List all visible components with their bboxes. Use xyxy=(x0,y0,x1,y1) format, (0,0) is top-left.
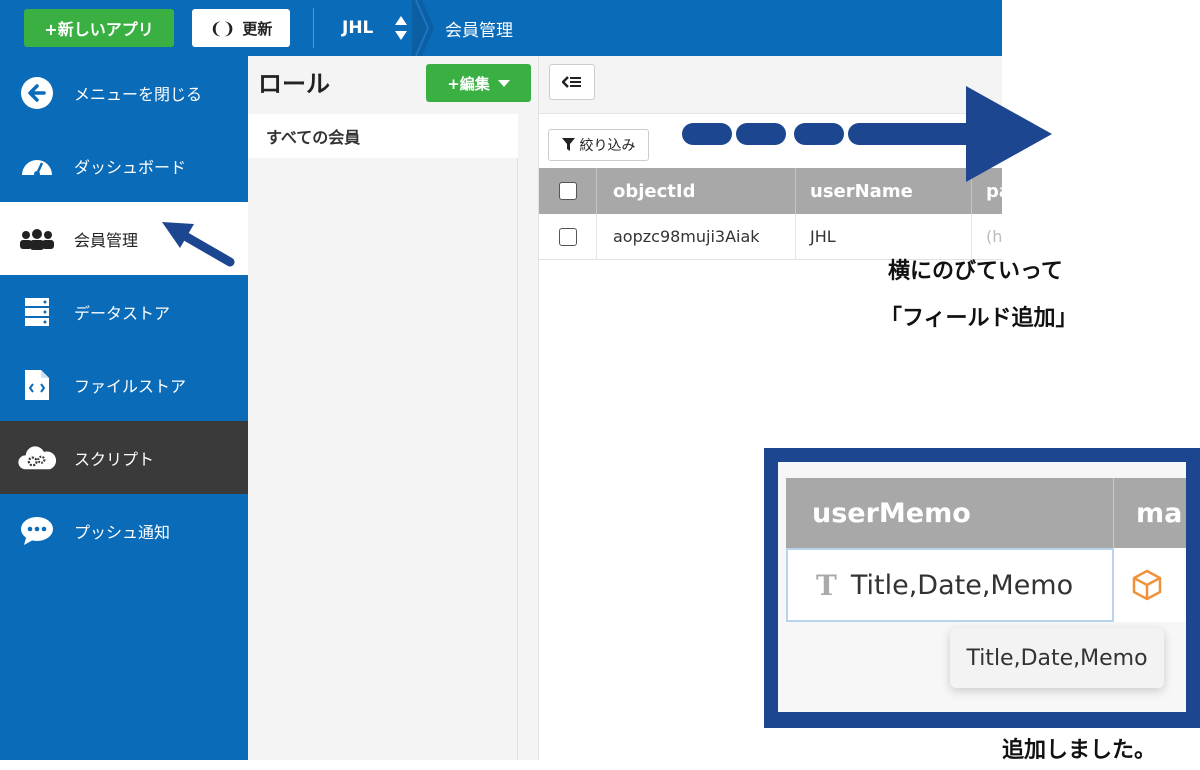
sidebar-item-datastore[interactable]: データストア xyxy=(0,275,248,348)
added-field-inset: userMemo ma T Title,Date,Memo Title,Date… xyxy=(764,448,1200,728)
sidebar-item-label: ファイルストア xyxy=(74,376,187,396)
cell-usermemo-value: Title,Date,Memo xyxy=(850,569,1074,601)
column-header-next: ma xyxy=(1136,497,1183,529)
edit-label: +編集 xyxy=(447,74,490,93)
role-list: すべての会員 xyxy=(248,114,518,760)
inset-table-row: T Title,Date,Memo xyxy=(786,548,1186,622)
annotation-extend-line1: 横にのびていって xyxy=(888,259,1063,284)
cell-next xyxy=(1114,548,1186,622)
object-type-icon xyxy=(1132,569,1162,601)
app-selector[interactable]: JHL xyxy=(322,0,418,56)
sidebar-item-label: メニューを閉じる xyxy=(74,84,203,104)
text-type-icon: T xyxy=(816,568,837,602)
select-all-cell xyxy=(539,168,597,214)
filter-icon xyxy=(561,138,575,151)
refresh-icon: ❨❩ xyxy=(209,18,236,38)
filter-button[interactable]: 絞り込み xyxy=(548,129,649,161)
caret-down-icon xyxy=(497,79,510,87)
app-name: JHL xyxy=(342,18,374,38)
new-app-button[interactable]: +新しいアプリ xyxy=(24,9,174,47)
row-checkbox[interactable] xyxy=(558,227,577,246)
sidebar-item-dashboard[interactable]: ダッシュボード xyxy=(0,129,248,202)
gauge-icon xyxy=(18,149,56,183)
updown-icon xyxy=(395,16,407,40)
refresh-label: 更新 xyxy=(242,19,273,38)
chat-bubble-icon xyxy=(18,514,56,548)
select-all-checkbox[interactable] xyxy=(558,182,577,200)
cell-tooltip: Title,Date,Memo xyxy=(950,628,1164,688)
edit-role-button[interactable]: +編集 xyxy=(426,64,531,102)
role-panel: ロール +編集 すべての会員 xyxy=(248,56,538,760)
collapse-panel-button[interactable] xyxy=(549,64,595,100)
sidebar-item-push[interactable]: プッシュ通知 xyxy=(0,494,248,567)
database-icon xyxy=(18,295,56,329)
cell-usermemo: T Title,Date,Memo xyxy=(786,548,1114,622)
role-item-all-members[interactable]: すべての会員 xyxy=(248,114,518,158)
sidebar: メニューを閉じる ダッシュボード 会員管理 データストア ファイルストア スクリ… xyxy=(0,56,248,760)
breadcrumb: 会員管理 xyxy=(445,20,513,41)
sidebar-item-label: スクリプト xyxy=(74,449,155,469)
sidebar-item-close-menu[interactable]: メニューを閉じる xyxy=(0,56,248,129)
cloud-gear-icon xyxy=(18,441,56,475)
filter-label: 絞り込み xyxy=(579,138,636,154)
annotation-done: 追加しました。 xyxy=(1002,738,1157,763)
sidebar-item-label: 会員管理 xyxy=(74,230,139,250)
sidebar-item-filestore[interactable]: ファイルストア xyxy=(0,348,248,421)
arrow-left-circle-icon xyxy=(18,76,56,110)
role-title: ロール xyxy=(258,70,330,98)
annotation-extend-line2: 「フィールド追加」 xyxy=(880,306,1078,331)
sidebar-item-script[interactable]: スクリプト xyxy=(0,421,248,494)
column-header-usermemo: userMemo xyxy=(786,478,1114,548)
sidebar-item-label: ダッシュボード xyxy=(74,157,187,177)
annotation-arrow-left-icon xyxy=(162,222,235,267)
refresh-button[interactable]: ❨❩ 更新 xyxy=(192,9,290,47)
row-select-cell xyxy=(539,214,597,259)
sidebar-item-label: データストア xyxy=(74,303,171,323)
file-code-icon xyxy=(18,368,56,402)
sidebar-item-label: プッシュ通知 xyxy=(74,522,171,542)
breadcrumb-separator-icon xyxy=(412,0,434,56)
users-icon xyxy=(18,222,56,256)
top-divider xyxy=(313,8,314,48)
annotation-arrow-right-icon xyxy=(682,86,1052,182)
inset-table-header: userMemo ma xyxy=(786,478,1186,548)
top-bar: +新しいアプリ ❨❩ 更新 JHL 会員管理 xyxy=(0,0,1002,56)
cell-objectid[interactable]: aopzc98muji3Aiak xyxy=(597,214,796,259)
inset-table: userMemo ma T Title,Date,Memo Title,Date… xyxy=(778,462,1186,712)
collapse-icon xyxy=(562,76,581,88)
